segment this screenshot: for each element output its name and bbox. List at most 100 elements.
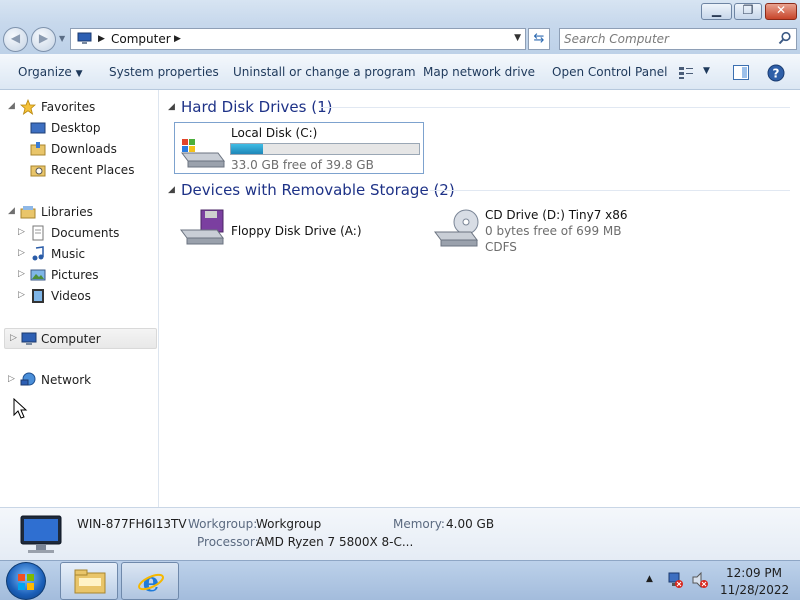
address-dropdown-icon[interactable]: ▼ bbox=[514, 33, 521, 43]
nav-desktop[interactable]: Desktop bbox=[28, 118, 148, 138]
minimize-button[interactable]: ▁ bbox=[701, 3, 732, 20]
nav-music[interactable]: ▷ Music bbox=[18, 244, 148, 264]
nav-downloads-label: Downloads bbox=[51, 142, 117, 156]
nav-documents-label: Documents bbox=[51, 226, 120, 240]
breadcrumb-separator-icon[interactable]: ▶ bbox=[174, 34, 181, 44]
workgroup-value: Workgroup bbox=[256, 517, 322, 531]
network-icon bbox=[20, 372, 36, 386]
refresh-button[interactable]: ⇆ bbox=[528, 28, 550, 50]
collapsed-arrow-icon[interactable]: ▷ bbox=[18, 290, 25, 300]
search-input[interactable] bbox=[564, 31, 774, 47]
organize-button[interactable]: Organize ▼ bbox=[18, 65, 83, 79]
breadcrumb-separator-icon[interactable]: ▶ bbox=[98, 34, 105, 44]
taskbar: e ▲ 12:09 PM 11/28/2022 bbox=[0, 560, 800, 600]
explorer-folder-icon bbox=[74, 569, 106, 594]
command-bar: Organize ▼ System properties Uninstall o… bbox=[0, 54, 800, 90]
taskbar-ie-button[interactable]: e bbox=[121, 562, 179, 600]
recent-places-icon bbox=[30, 165, 46, 177]
refresh-icon: ⇆ bbox=[533, 31, 545, 46]
collapsed-arrow-icon[interactable]: ▷ bbox=[8, 374, 15, 384]
videos-icon bbox=[32, 289, 44, 303]
svg-text:?: ? bbox=[773, 67, 780, 81]
map-network-drive-button[interactable]: Map network drive bbox=[423, 65, 535, 79]
group-divider bbox=[320, 107, 790, 108]
change-view-icon[interactable] bbox=[678, 66, 694, 80]
drive-tile-local-disk[interactable]: Local Disk (C:) 33.0 GB free of 39.8 GB bbox=[174, 122, 424, 174]
group-collapse-icon[interactable]: ◢ bbox=[168, 185, 175, 195]
drive-tile-cd[interactable]: CD Drive (D:) Tiny7 x86 0 bytes free of … bbox=[428, 206, 678, 256]
collapsed-arrow-icon[interactable]: ▷ bbox=[18, 248, 25, 258]
expanded-arrow-icon[interactable]: ◢ bbox=[8, 206, 15, 216]
chevron-down-icon: ▼ bbox=[75, 69, 83, 79]
back-arrow-icon: ◀ bbox=[10, 31, 21, 45]
navigation-pane: ◢ Favorites Desktop Downloads Recent Pla… bbox=[0, 90, 159, 507]
nav-computer-label: Computer bbox=[41, 332, 101, 346]
help-icon[interactable]: ? bbox=[767, 64, 785, 82]
close-button[interactable]: ✕ bbox=[765, 3, 797, 20]
computer-large-icon bbox=[20, 515, 62, 553]
mouse-cursor-icon bbox=[13, 398, 28, 419]
downloads-folder-icon bbox=[30, 142, 46, 156]
floppy-drive-icon bbox=[180, 209, 224, 245]
start-button[interactable] bbox=[6, 562, 46, 600]
nav-computer[interactable]: ▷ Computer bbox=[4, 328, 157, 349]
search-icon[interactable] bbox=[778, 31, 792, 45]
preview-pane-icon[interactable] bbox=[733, 65, 749, 80]
taskbar-explorer-button[interactable] bbox=[60, 562, 118, 600]
cd-drive-filesystem: CDFS bbox=[485, 240, 517, 254]
nav-network[interactable]: ▷ Network bbox=[8, 370, 148, 390]
nav-libraries[interactable]: ◢ Libraries bbox=[8, 202, 148, 222]
nav-music-label: Music bbox=[51, 247, 86, 261]
system-properties-button[interactable]: System properties bbox=[109, 65, 219, 79]
recent-pages-dropdown[interactable]: ▼ bbox=[59, 34, 65, 43]
network-status-icon[interactable] bbox=[666, 571, 684, 589]
address-row: ◀ ▶ ▼ ▶ Computer ▶ ▼ ⇆ bbox=[0, 24, 800, 54]
nav-videos[interactable]: ▷ Videos bbox=[18, 286, 148, 306]
view-options-chevron-icon[interactable]: ▼ bbox=[703, 66, 710, 76]
internet-explorer-icon: e bbox=[138, 568, 164, 596]
processor-label: Processor: bbox=[197, 535, 259, 549]
collapsed-arrow-icon[interactable]: ▷ bbox=[18, 227, 25, 237]
nav-recent-places[interactable]: Recent Places bbox=[28, 160, 148, 180]
open-control-panel-button[interactable]: Open Control Panel bbox=[552, 65, 667, 79]
collapsed-arrow-icon[interactable]: ▷ bbox=[18, 269, 25, 279]
nav-downloads[interactable]: Downloads bbox=[28, 139, 148, 159]
uninstall-program-button[interactable]: Uninstall or change a program bbox=[233, 65, 416, 79]
nav-pictures[interactable]: ▷ Pictures bbox=[18, 265, 148, 285]
disk-usage-bar bbox=[230, 143, 420, 155]
breadcrumb-computer[interactable]: Computer bbox=[111, 32, 171, 46]
forward-button[interactable]: ▶ bbox=[31, 27, 56, 52]
expanded-arrow-icon[interactable]: ◢ bbox=[8, 101, 15, 111]
cd-drive-free-space: 0 bytes free of 699 MB bbox=[485, 224, 622, 238]
nav-documents[interactable]: ▷ Documents bbox=[18, 223, 148, 243]
nav-videos-label: Videos bbox=[51, 289, 91, 303]
nav-libraries-label: Libraries bbox=[41, 205, 93, 219]
local-disk-name: Local Disk (C:) bbox=[231, 126, 318, 140]
clock-time[interactable]: 12:09 PM bbox=[726, 566, 782, 580]
clock-date[interactable]: 11/28/2022 bbox=[720, 583, 789, 597]
memory-value: 4.00 GB bbox=[446, 517, 495, 531]
group-header-hard-disk-drives[interactable]: Hard Disk Drives (1) bbox=[181, 98, 332, 116]
collapsed-arrow-icon[interactable]: ▷ bbox=[10, 333, 17, 343]
show-hidden-icons-button[interactable]: ▲ bbox=[646, 574, 653, 584]
nav-pictures-label: Pictures bbox=[51, 268, 99, 282]
computer-name: WIN-877FH6I13TV bbox=[77, 517, 187, 531]
restore-icon: ❐ bbox=[742, 3, 754, 17]
drive-tile-floppy[interactable]: Floppy Disk Drive (A:) bbox=[174, 206, 414, 256]
organize-label: Organize bbox=[18, 65, 72, 79]
group-divider bbox=[430, 190, 790, 191]
desktop-icon bbox=[30, 122, 46, 134]
workgroup-label: Workgroup: bbox=[188, 517, 258, 531]
group-header-removable-storage[interactable]: Devices with Removable Storage (2) bbox=[181, 181, 455, 199]
nav-favorites[interactable]: ◢ Favorites bbox=[8, 97, 148, 117]
search-box[interactable] bbox=[559, 28, 797, 50]
address-bar[interactable]: ▶ Computer ▶ ▼ bbox=[70, 28, 526, 50]
nav-favorites-label: Favorites bbox=[41, 100, 96, 114]
nav-network-label: Network bbox=[41, 373, 92, 387]
group-collapse-icon[interactable]: ◢ bbox=[168, 102, 175, 112]
volume-muted-icon[interactable] bbox=[691, 571, 709, 589]
restore-button[interactable]: ❐ bbox=[734, 3, 762, 20]
libraries-icon bbox=[20, 206, 36, 219]
back-button[interactable]: ◀ bbox=[3, 27, 28, 52]
cd-drive-icon bbox=[434, 209, 479, 247]
